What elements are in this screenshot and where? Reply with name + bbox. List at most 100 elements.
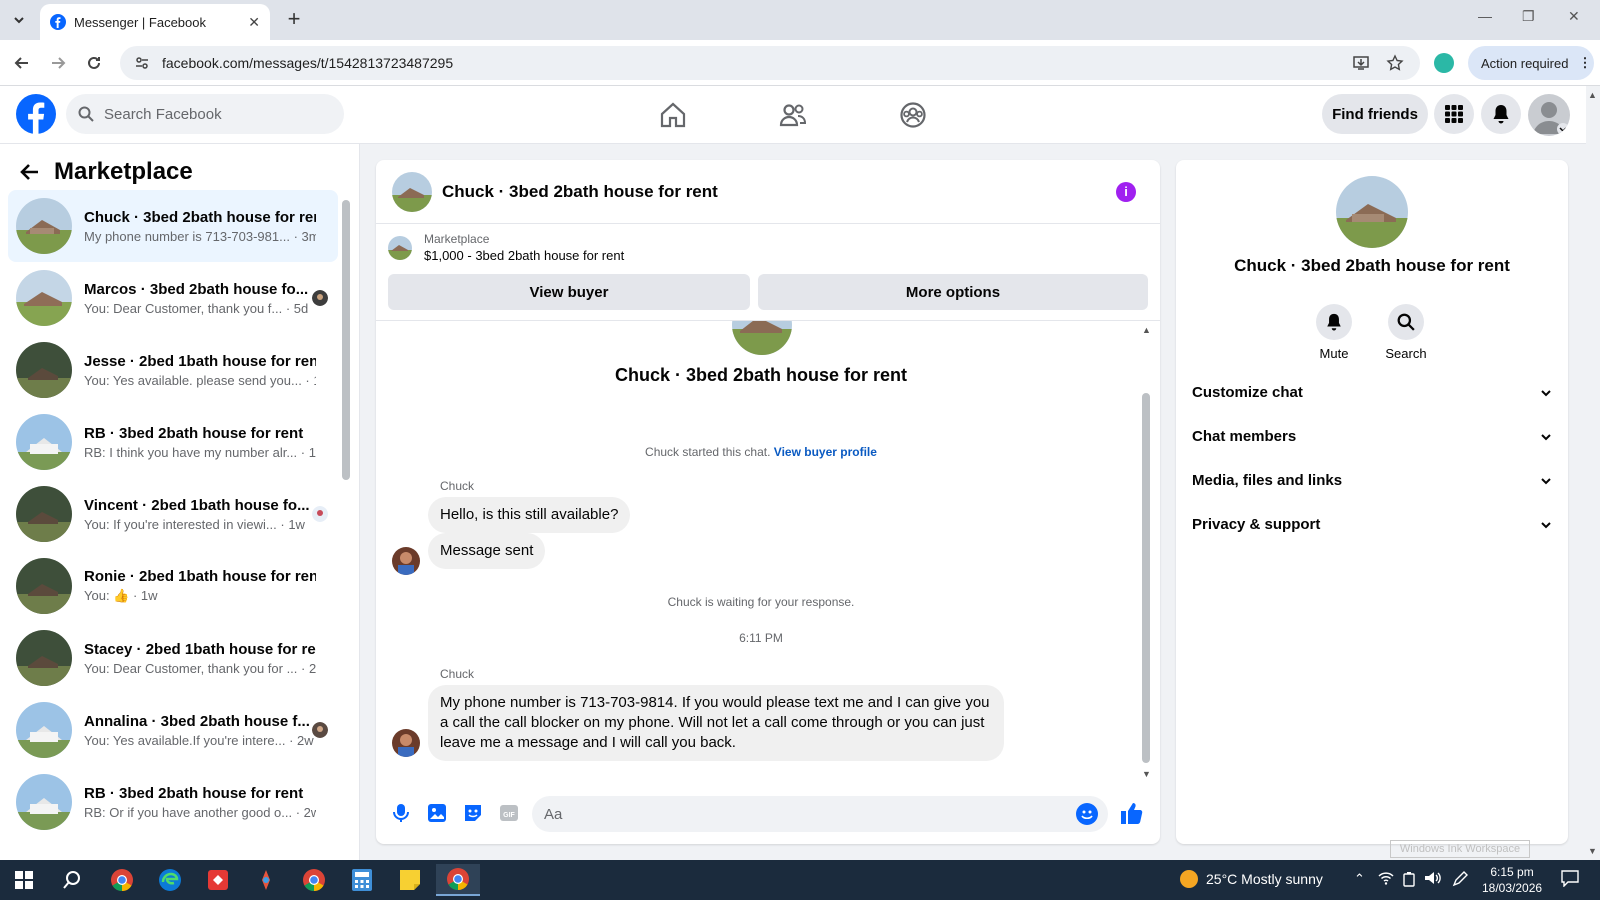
info-icon[interactable]: i bbox=[1116, 182, 1136, 202]
pen-icon[interactable] bbox=[1452, 871, 1468, 887]
house-thumbnail bbox=[16, 558, 72, 614]
bookmark-star-icon[interactable] bbox=[1386, 54, 1404, 72]
chevron-down-icon bbox=[1541, 433, 1551, 440]
conversation-item[interactable]: RB · 3bed 2bath house for rent RB: Or if … bbox=[8, 766, 338, 838]
forward-button[interactable] bbox=[46, 51, 70, 75]
reload-icon bbox=[88, 56, 100, 69]
conversation-item[interactable]: Chuck · 3bed 2bath house for rent My phon… bbox=[8, 190, 338, 262]
sticker-icon[interactable] bbox=[462, 802, 484, 824]
back-button[interactable] bbox=[10, 51, 34, 75]
emoji-icon[interactable] bbox=[1076, 803, 1098, 825]
conversation-preview: You: Dear Customer, thank you f... · 5d bbox=[84, 300, 309, 316]
privacy-support-section[interactable]: Privacy & support bbox=[1192, 516, 1552, 533]
conversation-item[interactable]: Marcos · 3bed 2bath house fo... You: Dear… bbox=[8, 262, 338, 334]
customize-chat-section[interactable]: Customize chat bbox=[1192, 384, 1552, 401]
chat-scroll-up-icon[interactable]: ▲ bbox=[1142, 325, 1151, 335]
chat-scrollbar[interactable] bbox=[1142, 393, 1150, 763]
site-info-icon[interactable] bbox=[134, 55, 150, 71]
conversation-item[interactable]: Annalina · 3bed 2bath house f... You: Yes… bbox=[8, 694, 338, 766]
conversation-item[interactable]: Stacey · 2bed 1bath house for rent You: D… bbox=[8, 622, 338, 694]
chat-scroll-down-icon[interactable]: ▼ bbox=[1142, 769, 1151, 779]
volume-icon[interactable] bbox=[1424, 871, 1442, 885]
sticky-notes-taskbar-icon[interactable] bbox=[388, 864, 432, 896]
tray-expand-icon[interactable]: ⌃ bbox=[1354, 871, 1365, 887]
conversation-item[interactable]: Ronie · 2bed 1bath house for rent You: 👍 … bbox=[8, 550, 338, 622]
chevron-down-icon bbox=[1541, 521, 1551, 528]
view-buyer-profile-link[interactable]: View buyer profile bbox=[774, 445, 877, 459]
start-button[interactable] bbox=[2, 864, 46, 896]
info-avatar[interactable] bbox=[1336, 176, 1408, 248]
page-scroll-down-icon[interactable]: ▼ bbox=[1588, 846, 1597, 856]
conversation-item[interactable]: Jesse · 2bed 1bath house for rent You: Ye… bbox=[8, 334, 338, 406]
system-clock[interactable]: 6:15 pm 18/03/2026 bbox=[1482, 864, 1542, 896]
chat-members-section[interactable]: Chat members bbox=[1192, 428, 1552, 445]
view-buyer-button[interactable]: View buyer bbox=[388, 274, 750, 310]
facebook-header: Search Facebook Find friends bbox=[0, 86, 1586, 144]
friends-icon[interactable] bbox=[778, 100, 808, 130]
battery-icon[interactable] bbox=[1402, 871, 1416, 887]
more-menu-icon[interactable]: ⋮ bbox=[1578, 55, 1591, 71]
marketplace-listing[interactable]: Marketplace $1,000 - 3bed 2bath house fo… bbox=[388, 232, 624, 263]
notification-center-icon[interactable] bbox=[1560, 869, 1580, 887]
chevron-down-icon bbox=[1541, 389, 1551, 396]
facebook-search-input[interactable]: Search Facebook bbox=[66, 94, 344, 134]
tab-search-dropdown[interactable] bbox=[6, 8, 32, 32]
microphone-icon[interactable] bbox=[390, 802, 412, 824]
reload-button[interactable] bbox=[82, 51, 106, 75]
new-tab-button[interactable]: + bbox=[282, 8, 306, 32]
message-input[interactable]: Aa bbox=[532, 796, 1108, 832]
more-options-button[interactable]: More options bbox=[758, 274, 1148, 310]
mute-button[interactable]: Mute bbox=[1298, 304, 1370, 361]
facebook-logo-icon[interactable] bbox=[16, 94, 56, 134]
calculator-taskbar-icon[interactable] bbox=[340, 864, 384, 896]
search-icon bbox=[63, 871, 80, 889]
find-friends-button[interactable]: Find friends bbox=[1322, 94, 1428, 134]
message-bubble[interactable]: Message sent bbox=[428, 533, 546, 569]
profile-name: Chuck · 3bed 2bath house for rent bbox=[614, 365, 908, 385]
conversation-preview: You: If you're interested in viewi... · … bbox=[84, 516, 305, 532]
chat-title[interactable]: Chuck · 3bed 2bath house for rent bbox=[442, 182, 718, 202]
app-taskbar-icon[interactable] bbox=[244, 864, 288, 896]
window-close-icon[interactable]: ✕ bbox=[1568, 8, 1580, 25]
extension-icon[interactable] bbox=[1434, 53, 1454, 73]
groups-icon[interactable] bbox=[898, 100, 928, 130]
home-icon[interactable] bbox=[658, 100, 688, 130]
chrome-taskbar-icon[interactable] bbox=[292, 864, 336, 896]
conversation-name: Chuck · 3bed 2bath house for rent bbox=[84, 208, 316, 226]
photo-icon[interactable] bbox=[426, 802, 448, 824]
chat-avatar[interactable] bbox=[392, 171, 432, 212]
url-text[interactable]: facebook.com/messages/t/1542813723487295 bbox=[162, 55, 453, 71]
media-files-links-section[interactable]: Media, files and links bbox=[1192, 472, 1552, 489]
minimize-icon[interactable]: — bbox=[1478, 8, 1492, 24]
listing-thumbnail bbox=[388, 235, 412, 260]
chrome-taskbar-icon[interactable] bbox=[100, 864, 144, 896]
install-app-icon[interactable] bbox=[1352, 54, 1370, 72]
conversation-item[interactable]: Vincent · 2bed 1bath house fo... You: If … bbox=[8, 478, 338, 550]
back-arrow-icon[interactable] bbox=[20, 162, 40, 182]
network-icon[interactable] bbox=[1378, 871, 1394, 885]
search-chat-button[interactable]: Search bbox=[1370, 304, 1442, 361]
close-tab-icon[interactable]: ✕ bbox=[248, 14, 260, 31]
chrome-taskbar-icon-active[interactable] bbox=[436, 864, 480, 896]
house-thumbnail bbox=[16, 630, 72, 686]
message-bubble[interactable]: Hello, is this still available? bbox=[428, 497, 631, 533]
message-timestamp: 6:11 PM bbox=[739, 631, 783, 645]
edge-taskbar-icon[interactable] bbox=[148, 864, 192, 896]
action-required-button[interactable]: Action required ⋮ bbox=[1468, 46, 1594, 80]
address-bar[interactable]: facebook.com/messages/t/1542813723487295 bbox=[120, 46, 1420, 80]
thumbs-up-icon[interactable] bbox=[1118, 800, 1144, 826]
clock-time: 6:15 pm bbox=[1490, 865, 1534, 879]
weather-widget[interactable]: 25°C Mostly sunny bbox=[1180, 870, 1323, 888]
sidebar-scrollbar[interactable] bbox=[342, 200, 350, 480]
browser-tab-messenger[interactable]: Messenger | Facebook ✕ bbox=[40, 4, 270, 40]
app-taskbar-icon[interactable] bbox=[196, 864, 240, 896]
restore-icon[interactable]: ❐ bbox=[1522, 8, 1535, 25]
account-avatar[interactable] bbox=[1528, 94, 1570, 136]
message-bubble[interactable]: My phone number is 713-703-9814. If you … bbox=[428, 685, 1004, 761]
menu-button[interactable] bbox=[1434, 94, 1474, 134]
page-scroll-up-icon[interactable]: ▲ bbox=[1588, 90, 1597, 100]
conversation-item[interactable]: RB · 3bed 2bath house for rent RB: I thin… bbox=[8, 406, 338, 478]
taskbar-search-button[interactable] bbox=[50, 864, 94, 896]
notifications-button[interactable] bbox=[1481, 94, 1521, 134]
gif-icon[interactable]: GIF bbox=[498, 802, 520, 824]
